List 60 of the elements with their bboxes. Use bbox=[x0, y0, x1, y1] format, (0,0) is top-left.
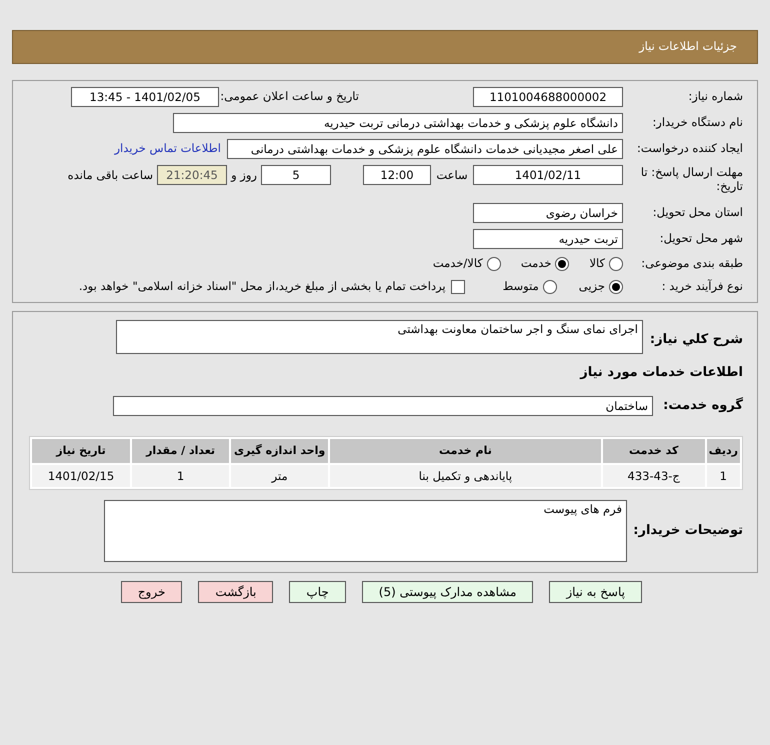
page-title: جزئیات اطلاعات نیاز bbox=[639, 38, 737, 56]
radio-button[interactable] bbox=[555, 256, 570, 271]
field-label: شرح کلي نياز: bbox=[648, 330, 743, 348]
table-cell: 1 bbox=[706, 465, 740, 487]
column-header: نام خدمت bbox=[330, 439, 601, 463]
radio-button[interactable] bbox=[542, 280, 557, 294]
field-label: استان محل تحویل: bbox=[652, 204, 743, 222]
column-header: کد خدمت bbox=[602, 439, 705, 463]
field-label: مهلت ارسال پاسخ: تا تاریخ: bbox=[640, 165, 743, 193]
notes-field[interactable]: فرم های پیوست bbox=[104, 500, 627, 562]
field-label: نام دستگاه خریدار: bbox=[651, 114, 743, 132]
text-field[interactable]: 1401/02/05 - 13:45 bbox=[71, 87, 219, 107]
table-cell: ج-43-433 bbox=[602, 465, 705, 487]
table-cell: متر bbox=[231, 465, 328, 487]
text-field[interactable]: علی اصغر مجیدیانی خدمات دانشگاه علوم پزشکی و خدمات بهداشتی درمانی bbox=[227, 139, 623, 159]
radio-button[interactable] bbox=[609, 256, 623, 271]
table-cell: پاياندهی و تكميل بنا bbox=[330, 465, 601, 487]
action-button[interactable]: مشاهده مدارک پیوستی (5) bbox=[362, 581, 534, 603]
text-field[interactable]: دانشگاه علوم پزشکی و خدمات بهداشتی درمانی تربت حیدریه bbox=[173, 113, 623, 133]
text-field[interactable]: 21:20:45 bbox=[157, 165, 227, 185]
section-title: اطلاعات خدمات مورد نیاز bbox=[578, 364, 743, 382]
field-label: ساعت bbox=[435, 167, 469, 184]
description-field[interactable]: اجرای نمای سنگ و اجر ساختمان معاونت بهداشتی bbox=[116, 320, 643, 354]
action-button[interactable]: خروج bbox=[120, 581, 182, 603]
field-label: روز و bbox=[230, 167, 258, 184]
radio-label: کالا bbox=[589, 255, 605, 272]
radio-label: جزیی bbox=[578, 278, 605, 296]
column-header: تاریخ نیاز bbox=[32, 439, 130, 463]
text-field[interactable]: ساختمان bbox=[113, 396, 653, 416]
field-label: گروه خدمت: bbox=[662, 396, 743, 416]
radio-button[interactable] bbox=[486, 256, 501, 271]
text-field[interactable]: 12:00 bbox=[363, 165, 431, 185]
field-label: شهر محل تحویل: bbox=[658, 230, 743, 248]
table-cell: 1401/02/15 bbox=[32, 465, 130, 487]
column-header: واحد اندازه گیری bbox=[231, 439, 328, 463]
radio-label: خدمت bbox=[520, 255, 552, 272]
table-cell: 1 bbox=[132, 465, 230, 487]
field-label: طبقه بندی موضوعی: bbox=[640, 255, 743, 272]
checkbox[interactable] bbox=[450, 280, 465, 294]
field-label: ساعت باقی مانده bbox=[68, 167, 153, 184]
field-label: توضیحات خریدار: bbox=[632, 522, 743, 540]
checkbox-label: پرداخت تمام یا بخشی از مبلغ خرید،از محل "اسناد خزانه اسلامی" خواهد بود. bbox=[78, 278, 446, 296]
field-label: شماره نیاز: bbox=[687, 88, 743, 106]
column-header: تعداد / مقدار bbox=[132, 439, 230, 463]
action-button[interactable]: بازگشت bbox=[198, 581, 274, 603]
column-header: ردیف bbox=[706, 439, 740, 463]
text-field[interactable]: خراسان رضوی bbox=[473, 203, 623, 223]
field-label: ایجاد کننده درخواست: bbox=[636, 140, 743, 158]
contact-link[interactable]: اطلاعات تماس خریدار bbox=[114, 140, 221, 158]
text-field[interactable]: 5 bbox=[261, 165, 331, 185]
field-label: تاریخ و ساعت اعلان عمومی: bbox=[219, 88, 360, 106]
field-label: نوع فرآیند خرید : bbox=[660, 278, 743, 296]
radio-label: متوسط bbox=[502, 278, 539, 296]
text-field[interactable]: 1101004688000002 bbox=[473, 87, 623, 107]
action-button[interactable]: پاسخ به نیاز bbox=[549, 581, 642, 603]
action-button[interactable]: چاپ bbox=[289, 581, 346, 603]
radio-label: کالا/خدمت bbox=[432, 255, 483, 272]
text-field[interactable]: 1401/02/11 bbox=[473, 165, 623, 185]
radio-button[interactable] bbox=[609, 280, 623, 294]
text-field[interactable]: تربت حیدریه bbox=[473, 229, 623, 249]
